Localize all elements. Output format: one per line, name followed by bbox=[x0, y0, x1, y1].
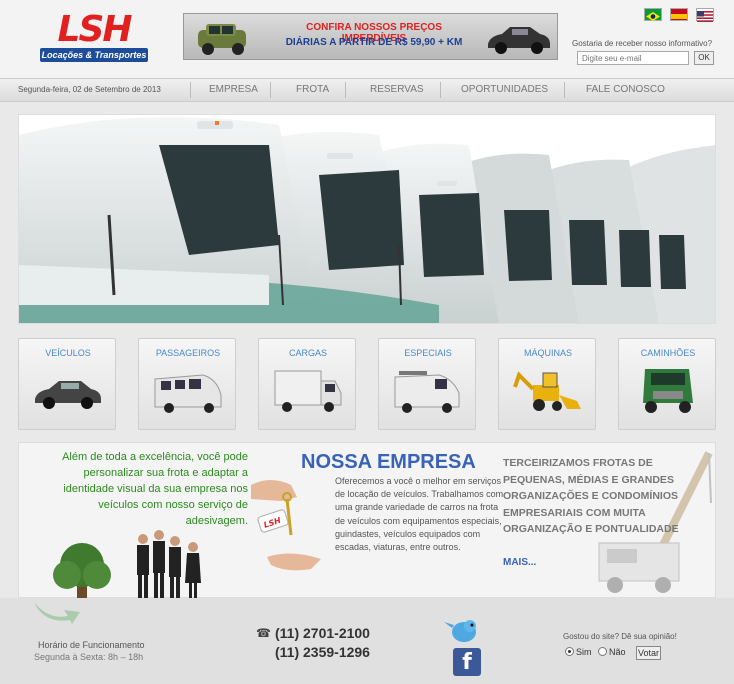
category-label: VEÍCULOS bbox=[45, 348, 91, 358]
language-flags bbox=[644, 8, 716, 22]
spain-flag-icon[interactable] bbox=[670, 8, 688, 21]
poll-option-no[interactable]: Não bbox=[598, 647, 626, 657]
special-van-image bbox=[394, 371, 460, 413]
poll-option-yes[interactable]: Sim bbox=[565, 647, 592, 657]
category-cargas[interactable]: CARGAS bbox=[258, 338, 356, 430]
twitter-icon[interactable] bbox=[442, 616, 486, 644]
backhoe-image bbox=[513, 371, 581, 411]
car-image bbox=[35, 381, 101, 409]
current-date: Segunda-feira, 02 de Setembro de 2013 bbox=[18, 85, 161, 94]
hand-with-key-image: LSH bbox=[251, 480, 321, 571]
cargo-truck-image bbox=[274, 370, 342, 412]
promo-banner[interactable]: CONFIRA NOSSOS PREÇOS IMPERDÍVEIS DIÁRIA… bbox=[183, 13, 558, 60]
poll-option-no-label: Não bbox=[609, 647, 626, 657]
main-navbar: Segunda-feira, 02 de Setembro de 2013 EM… bbox=[0, 78, 734, 102]
content-panel: Além de toda a excelência, você pode per… bbox=[18, 442, 716, 641]
company-title: NOSSA EMPRESA bbox=[301, 451, 476, 473]
phone-number-1[interactable]: (11) 2701-2100 bbox=[275, 625, 370, 641]
recycle-leaf-icon bbox=[34, 602, 80, 624]
nav-divider bbox=[345, 82, 346, 98]
header: LSH Locações & Transportes CONFIRA NOSSO… bbox=[0, 0, 734, 78]
category-passageiros[interactable]: PASSAGEIROS bbox=[138, 338, 236, 430]
nav-divider bbox=[190, 82, 191, 98]
nav-item-reservas[interactable]: RESERVAS bbox=[370, 84, 424, 95]
usa-flag-icon[interactable] bbox=[696, 8, 714, 22]
hero-trucks-image bbox=[18, 114, 716, 324]
category-grid: VEÍCULOS PASSAGEIROS CARGAS ESPECIAIS MÁ… bbox=[18, 338, 716, 430]
nav-divider bbox=[564, 82, 565, 98]
hours-value: Segunda à Sexta: 8h – 18h bbox=[34, 652, 144, 662]
category-veiculos[interactable]: VEÍCULOS bbox=[18, 338, 116, 430]
outsourcing-text: TERCEIRIZAMOS FROTAS DE PEQUENAS, MÉDIAS… bbox=[503, 457, 679, 535]
poll-option-yes-label: Sim bbox=[576, 647, 592, 657]
category-label: PASSAGEIROS bbox=[155, 348, 221, 358]
nav-item-fale-conosco[interactable]: FALE CONOSCO bbox=[586, 84, 665, 95]
category-label: MÁQUINAS bbox=[523, 348, 572, 358]
category-maquinas[interactable]: MÁQUINAS bbox=[498, 338, 596, 430]
phone-icon: ☎ bbox=[256, 626, 271, 640]
company-description: Oferecemos a você o melhor em serviços d… bbox=[335, 476, 504, 553]
van-image bbox=[154, 374, 222, 413]
radio-yes[interactable] bbox=[565, 647, 574, 656]
more-link[interactable]: MAIS... bbox=[503, 557, 536, 568]
customization-text: Além de toda a excelência, você pode per… bbox=[62, 451, 248, 527]
newsletter-label: Gostaria de receber nosso informativo? bbox=[572, 39, 713, 48]
nav-divider bbox=[270, 82, 271, 98]
facebook-icon[interactable]: f bbox=[453, 648, 481, 676]
poll-question: Gostou do site? Dê sua opinião! bbox=[563, 632, 677, 641]
category-label: ESPECIAIS bbox=[404, 348, 452, 358]
footer: Horário de Funcionamento Segunda à Sexta… bbox=[0, 598, 734, 684]
logo-subtitle: Locações & Transportes bbox=[40, 48, 148, 62]
category-label: CARGAS bbox=[288, 348, 327, 358]
nav-item-frota[interactable]: FROTA bbox=[296, 84, 329, 95]
phone-number-2[interactable]: (11) 2359-1296 bbox=[275, 644, 370, 660]
brazil-flag-icon[interactable] bbox=[644, 8, 662, 21]
radio-no[interactable] bbox=[598, 647, 607, 656]
logo-text: LSH bbox=[57, 9, 133, 50]
nav-item-empresa[interactable]: EMPRESA bbox=[209, 84, 258, 95]
suv-car-image bbox=[198, 24, 246, 55]
logo[interactable]: LSH Locações & Transportes bbox=[40, 12, 148, 62]
vote-button[interactable]: Votar bbox=[636, 646, 661, 660]
newsletter-email-input[interactable] bbox=[577, 51, 689, 65]
sedan-car-image bbox=[488, 27, 550, 54]
truck-tractor-image bbox=[643, 369, 693, 413]
nav-item-oportunidades[interactable]: OPORTUNIDADES bbox=[461, 84, 548, 95]
nav-divider bbox=[440, 82, 441, 98]
banner-price: DIÁRIAS A PARTIR DE R$ 59,90 + KM bbox=[285, 37, 463, 48]
hours-label: Horário de Funcionamento bbox=[38, 640, 145, 650]
newsletter-ok-button[interactable]: OK bbox=[694, 51, 714, 65]
category-caminhoes[interactable]: CAMINHÕES bbox=[618, 338, 716, 430]
category-especiais[interactable]: ESPECIAIS bbox=[378, 338, 476, 430]
category-label: CAMINHÕES bbox=[640, 348, 696, 358]
